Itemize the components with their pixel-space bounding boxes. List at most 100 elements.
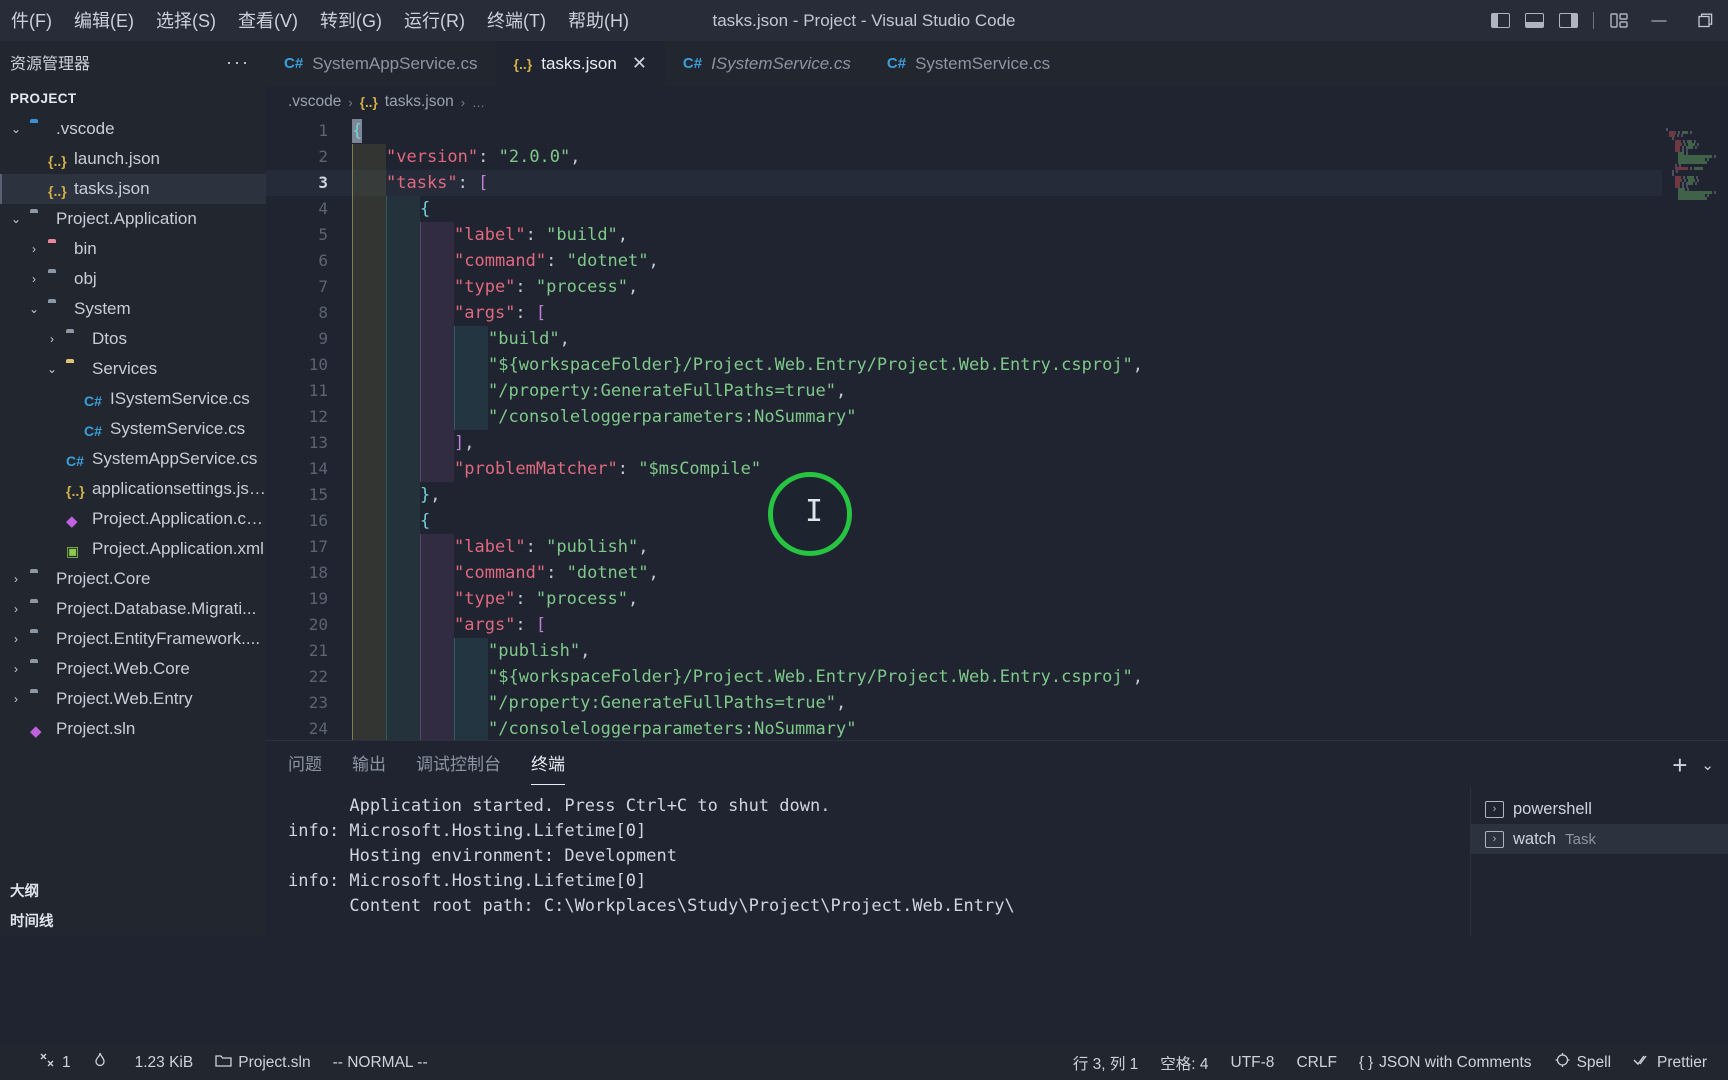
tree-item-systemservice-cs[interactable]: C# SystemService.cs <box>0 414 266 444</box>
status-encoding[interactable]: UTF-8 <box>1220 1045 1286 1080</box>
editor-tab-systemappservice-cs[interactable]: C# SystemAppService.cs <box>266 41 496 86</box>
breadcrumb[interactable]: .vscode › {..} tasks.json › … <box>266 86 1728 118</box>
tree-item-project-application-csproj[interactable]: ◆ Project.Application.csproj <box>0 504 266 534</box>
tree-item-applicationsettings-json[interactable]: {..} applicationsettings.json <box>0 474 266 504</box>
status-solution[interactable]: Project.sln <box>204 1045 321 1080</box>
status-problems[interactable]: 1 <box>28 1045 82 1080</box>
menu-item-3[interactable]: 查看(V) <box>227 6 309 36</box>
code-line-18[interactable]: 18 "command": "dotnet", <box>266 560 1728 586</box>
chevron-down-icon[interactable]: ⌄ <box>44 362 60 376</box>
status-remote-indicator[interactable] <box>6 1045 28 1080</box>
chevron-down-icon[interactable]: ⌄ <box>8 122 24 136</box>
toggle-primary-sidebar-button[interactable] <box>1483 0 1517 41</box>
code-line-4[interactable]: 4{ <box>266 196 1728 222</box>
code-line-20[interactable]: 20 "args": [ <box>266 612 1728 638</box>
chevron-right-icon[interactable]: › <box>8 602 24 616</box>
breadcrumb-folder[interactable]: .vscode <box>288 93 341 111</box>
chevron-right-icon[interactable]: › <box>8 632 24 646</box>
status-filesize[interactable]: 1.23 KiB <box>124 1045 205 1080</box>
menu-item-2[interactable]: 选择(S) <box>145 6 227 36</box>
editor-tab-bar[interactable]: C# SystemAppService.cs {..} tasks.json ✕ C# IS… <box>266 41 1728 86</box>
tree-item-launch-json[interactable]: {..} launch.json <box>0 144 266 174</box>
new-terminal-button[interactable]: + <box>1672 752 1687 778</box>
menu-bar[interactable]: 件(F) 编辑(E) 选择(S) 查看(V) 转到(G) 运行(R) 终端(T) 帮助(H) <box>0 6 640 36</box>
toggle-panel-button[interactable] <box>1517 0 1551 41</box>
tree-item-project-core[interactable]: › Project.Core <box>0 564 266 594</box>
code-line-6[interactable]: 6 "command": "dotnet", <box>266 248 1728 274</box>
panel-chevron-down-icon[interactable]: ⌄ <box>1701 756 1714 774</box>
editor-tab-tasks-json[interactable]: {..} tasks.json ✕ <box>495 41 666 86</box>
status-language-mode[interactable]: { } JSON with Comments <box>1348 1045 1543 1080</box>
menu-item-6[interactable]: 终端(T) <box>476 6 557 36</box>
status-cursor-position[interactable]: 行 3, 列 1 <box>1062 1045 1149 1080</box>
code-line-19[interactable]: 19 "type": "process", <box>266 586 1728 612</box>
tree-item-project-web-entry[interactable]: › Project.Web.Entry <box>0 684 266 714</box>
code-line-9[interactable]: 9 "build", <box>266 326 1728 352</box>
tree-item-project-entityframework[interactable]: › Project.EntityFramework.... <box>0 624 266 654</box>
status-prettier[interactable]: Prettier <box>1622 1045 1718 1080</box>
tree-item-vscode[interactable]: ⌄ .vscode <box>0 114 266 144</box>
chevron-down-icon[interactable]: ⌄ <box>8 212 24 226</box>
outline-section-header[interactable]: 大纲 <box>0 875 266 905</box>
workspace-title[interactable]: PROJECT <box>0 87 266 114</box>
toggle-secondary-sidebar-button[interactable] <box>1551 0 1585 41</box>
chevron-right-icon[interactable]: › <box>8 662 24 676</box>
code-line-24[interactable]: 24 "/consoleloggerparameters:NoSummary" <box>266 716 1728 740</box>
menu-item-7[interactable]: 帮助(H) <box>557 6 640 36</box>
tree-item-project-application-xml[interactable]: ▣ Project.Application.xml <box>0 534 266 564</box>
tree-item-obj[interactable]: › obj <box>0 264 266 294</box>
explorer-more-actions-icon[interactable]: ··· <box>226 52 250 73</box>
file-tree[interactable]: ⌄ .vscode {..} launch.json {..} tasks.json ⌄ Pr… <box>0 114 266 744</box>
menu-item-4[interactable]: 转到(G) <box>309 6 393 36</box>
menu-item-1[interactable]: 编辑(E) <box>63 6 145 36</box>
status-spell-checker[interactable]: Spell <box>1543 1045 1622 1080</box>
tree-item-tasks-json[interactable]: {..} tasks.json <box>0 174 266 204</box>
code-line-10[interactable]: 10 "${workspaceFolder}/Project.Web.Entry/… <box>266 352 1728 378</box>
code-line-8[interactable]: 8 "args": [ <box>266 300 1728 326</box>
code-line-13[interactable]: 13], <box>266 430 1728 456</box>
terminal-item-watch[interactable]: › watch Task <box>1471 824 1728 854</box>
breadcrumb-file[interactable]: tasks.json <box>385 93 454 111</box>
chevron-right-icon[interactable]: › <box>26 242 42 256</box>
menu-item-5[interactable]: 运行(R) <box>393 6 476 36</box>
code-line-5[interactable]: 5 "label": "build", <box>266 222 1728 248</box>
code-line-16[interactable]: 16 { <box>266 508 1728 534</box>
code-lines[interactable]: 1{2 "version": "2.0.0", 3 "tasks": [4{5 "lab… <box>266 118 1728 740</box>
code-line-14[interactable]: 14 "problemMatcher": "$msCompile" <box>266 456 1728 482</box>
panel-tab-终端[interactable]: 终端 <box>531 750 565 785</box>
status-indentation[interactable]: 空格: 4 <box>1149 1045 1219 1080</box>
tree-item-project-database-migrati[interactable]: › Project.Database.Migrati... <box>0 594 266 624</box>
timeline-section-header[interactable]: 时间线 <box>0 905 266 935</box>
tree-item-project-web-core[interactable]: › Project.Web.Core <box>0 654 266 684</box>
chevron-right-icon[interactable]: › <box>44 332 60 346</box>
code-line-23[interactable]: 23 "/property:GenerateFullPaths=true", <box>266 690 1728 716</box>
panel-tab-问题[interactable]: 问题 <box>288 750 322 779</box>
tree-item-project-application[interactable]: ⌄ Project.Application <box>0 204 266 234</box>
panel-tab-调试控制台[interactable]: 调试控制台 <box>416 750 501 779</box>
panel-tab-输出[interactable]: 输出 <box>352 750 386 779</box>
menu-item-0[interactable]: 件(F) <box>0 6 63 36</box>
terminal-item-powershell[interactable]: › powershell <box>1471 794 1728 824</box>
status-eol[interactable]: CRLF <box>1285 1045 1347 1080</box>
chevron-down-icon[interactable]: ⌄ <box>26 302 42 316</box>
code-line-1[interactable]: 1{ <box>266 118 1728 144</box>
code-line-12[interactable]: 12 "/consoleloggerparameters:NoSummary" <box>266 404 1728 430</box>
tree-item-bin[interactable]: › bin <box>0 234 266 264</box>
code-line-15[interactable]: 15}, <box>266 482 1728 508</box>
terminal-instance-list[interactable]: › powershell › watch Task <box>1470 788 1728 936</box>
maximize-button[interactable] <box>1682 0 1728 41</box>
terminal-output[interactable]: Application started. Press Ctrl+C to shu… <box>266 788 1456 936</box>
editor-tab-isystemservice-cs[interactable]: C# ISystemService.cs <box>664 41 869 86</box>
code-line-21[interactable]: 21 "publish", <box>266 638 1728 664</box>
chevron-right-icon[interactable]: › <box>26 272 42 286</box>
panel-tab-bar[interactable]: 问题 输出 调试控制台 终端 <box>266 741 1728 788</box>
customize-layout-button[interactable] <box>1602 0 1636 41</box>
tree-item-services[interactable]: ⌄ Services <box>0 354 266 384</box>
editor-minimap[interactable] <box>1662 118 1728 740</box>
breadcrumb-more[interactable]: … <box>472 95 485 110</box>
tree-item-dtos[interactable]: › Dtos <box>0 324 266 354</box>
code-line-7[interactable]: 7 "type": "process", <box>266 274 1728 300</box>
status-flame[interactable] <box>82 1045 124 1080</box>
chevron-right-icon[interactable]: › <box>8 572 24 586</box>
chevron-right-icon[interactable]: › <box>8 692 24 706</box>
